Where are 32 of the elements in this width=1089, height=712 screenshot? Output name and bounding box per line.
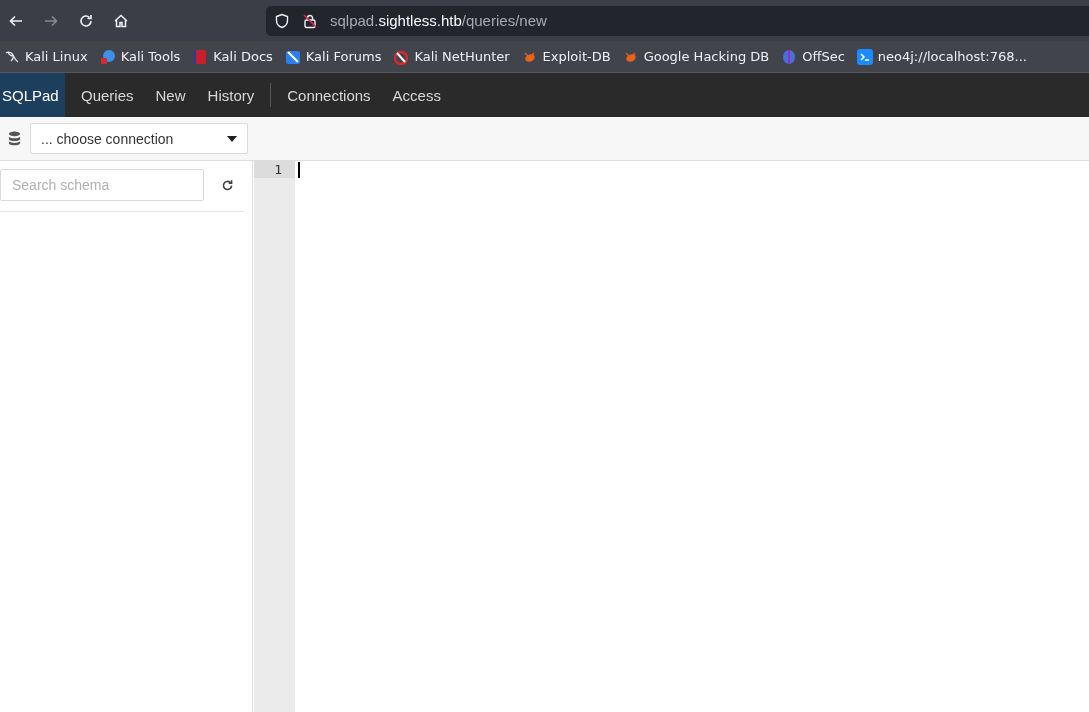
nav-link[interactable]: Access [381,73,452,117]
bookmark-link[interactable]: Kali Docs [192,48,273,65]
bookmark-link[interactable]: OffSec [781,48,845,65]
book-icon [192,48,209,65]
shield-icon[interactable] [274,12,290,29]
nav-link[interactable]: Queries [70,73,145,117]
text-cursor [298,162,300,178]
refresh-icon[interactable] [221,178,234,192]
insecure-lock-icon[interactable] [302,12,318,29]
reload-icon[interactable] [78,12,94,29]
line-number: 1 [254,161,295,178]
terminal-icon [856,48,873,65]
database-icon [8,131,21,146]
nav-link[interactable]: New [144,73,197,117]
nav-link[interactable]: History [196,73,266,117]
schema-search-field[interactable]: Search schema [0,169,204,201]
url-text: sqlpad.sightless.htb/queries/new [330,12,547,29]
forum-icon [284,48,301,65]
bookmark-link[interactable]: Exploit-DB [521,48,611,65]
nav-link[interactable]: Connections [276,73,382,117]
bookmark-link[interactable]: Kali Tools [99,48,181,65]
caret-icon [227,135,237,142]
bookmark-link[interactable]: Kali NetHunter [393,48,510,65]
bookmark-link[interactable]: Kali Forums [284,48,382,65]
address-bar[interactable]: sqlpad.sightless.htb/queries/new [266,5,1089,36]
nethunter-icon [393,48,410,65]
bookmark-link[interactable]: Google Hacking DB [622,48,770,65]
brand-link[interactable]: SQLPad [0,73,65,117]
bookmark-link[interactable]: Kali Linux [4,48,88,65]
home-icon[interactable] [113,12,129,29]
connection-select[interactable]: ... choose connection [30,123,248,154]
bookmark-link[interactable]: neo4j://localhost:768... [856,48,1027,65]
